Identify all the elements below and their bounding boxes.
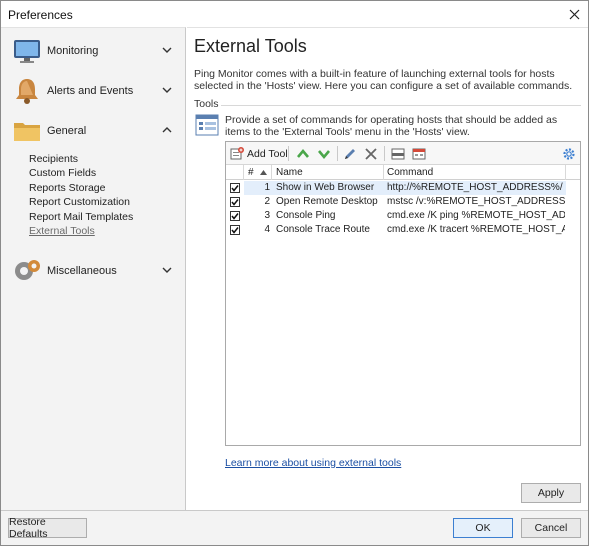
row-checkbox[interactable] [230,183,240,193]
sidebar-group-general[interactable]: General [1,112,185,148]
apply-button[interactable]: Apply [521,483,581,503]
sidebar-group-label: Miscellaneous [47,265,117,277]
settings-button[interactable] [562,145,576,162]
header-check [226,165,244,180]
gear-icon [563,147,575,160]
delete-icon [365,147,377,160]
export-button[interactable] [412,145,426,162]
sidebar-group-alerts[interactable]: Alerts and Events [1,72,185,108]
row-command: http://%REMOTE_HOST_ADDRESS%/ [387,182,563,193]
close-icon [569,9,579,19]
save-icon [391,148,405,159]
add-icon [230,146,244,159]
toolbar-separator [384,146,385,161]
header-name[interactable]: Name [272,165,384,180]
row-checkbox[interactable] [230,211,240,221]
row-name: Open Remote Desktop [276,196,378,207]
tools-list-icon [195,114,219,136]
sidebar-group-monitoring[interactable]: Monitoring [1,32,185,68]
sidebar-group-label: General [47,125,87,137]
window-title: Preferences [8,8,73,22]
row-name: Show in Web Browser [276,182,375,193]
row-name: Console Trace Route [276,224,370,235]
title-bar: Preferences [1,1,588,27]
tools-section-label: Tools [194,98,219,110]
sidebar: Monitoring Alerts and Events General Rec… [1,27,186,510]
table-row[interactable]: 2 Open Remote Desktop mstsc /v:%REMOTE_H… [226,195,580,209]
chevron-up-icon [162,127,172,133]
sidebar-group-label: Alerts and Events [47,85,134,97]
sidebar-item-external-tools[interactable]: External Tools [29,225,95,237]
tools-toolbar: Add Tool [226,142,580,165]
edit-tool-button[interactable] [343,145,357,162]
restore-defaults-button[interactable]: Restore Defaults [8,516,87,540]
main-panel: External Tools Ping Monitor comes with a… [187,27,588,510]
header-num-label: # [248,167,254,178]
row-num: 2 [264,196,270,207]
sidebar-item-report-mail-templates[interactable]: Report Mail Templates [29,211,133,223]
sort-ascending-icon [260,170,267,175]
table-header: # Name Command [226,165,580,180]
sidebar-group-label: Monitoring [47,45,99,57]
table-row[interactable]: 4 Console Trace Route cmd.exe /K tracert… [226,223,580,237]
gears-icon [15,260,40,280]
section-divider [221,105,581,106]
monitor-icon [14,40,40,63]
dialog-footer: Restore Defaults OK Cancel [1,510,588,545]
row-num: 3 [264,210,270,221]
move-down-button[interactable] [317,145,331,162]
check-icon [231,227,239,234]
folder-icon [14,123,40,141]
row-command: cmd.exe /K ping %REMOTE_HOST_ADDRE... [387,210,565,221]
toolbar-separator [337,146,338,161]
pencil-icon [345,148,355,159]
row-name: Console Ping [276,210,336,221]
calendar-icon [412,148,426,159]
import-button[interactable] [391,145,405,162]
tools-panel: Add Tool # Name Command 1 Show in Web Br… [225,141,581,446]
sidebar-item-reports-storage[interactable]: Reports Storage [29,182,105,194]
sidebar-item-custom-fields[interactable]: Custom Fields [29,167,96,179]
row-num: 4 [264,224,270,235]
arrow-up-icon [297,148,309,158]
add-tool-label: Add Tool [247,147,288,160]
ok-button[interactable]: OK [453,518,513,538]
header-num[interactable]: # [244,165,272,180]
close-button[interactable] [564,4,584,24]
arrow-down-icon [318,149,330,159]
delete-tool-button[interactable] [364,145,378,162]
chevron-down-icon [162,267,172,273]
page-title: External Tools [194,36,307,56]
preferences-window: Preferences Monitoring Alerts and Events [0,0,589,546]
row-num: 1 [264,182,270,193]
chevron-down-icon [162,47,172,53]
check-icon [231,213,239,220]
learn-more-link[interactable]: Learn more about using external tools [225,457,401,469]
table-row[interactable]: 1 Show in Web Browser http://%REMOTE_HOS… [226,181,580,195]
check-icon [231,199,239,206]
sidebar-item-recipients[interactable]: Recipients [29,153,78,165]
table-row[interactable]: 3 Console Ping cmd.exe /K ping %REMOTE_H… [226,209,580,223]
chevron-down-icon [162,87,172,93]
header-command[interactable]: Command [384,165,566,180]
sidebar-item-report-customization[interactable]: Report Customization [29,196,130,208]
cancel-button[interactable]: Cancel [521,518,581,538]
toolbar-separator [288,146,289,161]
row-command: mstsc /v:%REMOTE_HOST_ADDRESS% [387,196,565,207]
row-checkbox[interactable] [230,197,240,207]
page-description: Ping Monitor comes with a built-in featu… [194,68,573,92]
check-icon [231,185,239,192]
tools-description: Provide a set of commands for operating … [225,114,558,138]
move-up-button[interactable] [296,145,310,162]
row-command: cmd.exe /K tracert %REMOTE_HOST_ADD... [387,224,565,235]
sidebar-group-miscellaneous[interactable]: Miscellaneous [1,252,185,288]
bell-icon [16,79,38,104]
add-tool-button[interactable]: Add Tool [230,145,288,162]
row-checkbox[interactable] [230,225,240,235]
